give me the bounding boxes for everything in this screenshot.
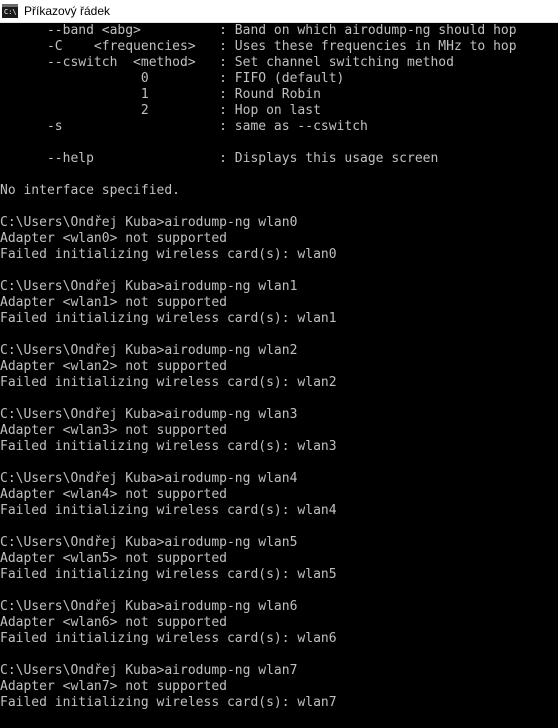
- console-line: Adapter <wlan3> not supported: [0, 423, 227, 438]
- console-line: C:\Users\Ondřej Kuba>airodump-ng wlan0: [0, 215, 298, 230]
- console-line: --band <abg> : Band on which airodump-ng…: [0, 23, 517, 38]
- console-line: C:\Users\Ondřej Kuba>airodump-ng wlan3: [0, 407, 298, 422]
- console-line: Adapter <wlan2> not supported: [0, 359, 227, 374]
- console-line: C:\Users\Ondřej Kuba>airodump-ng wlan6: [0, 599, 298, 614]
- console-line: Failed initializing wireless card(s): wl…: [0, 311, 337, 326]
- console-line: C:\Users\Ondřej Kuba>airodump-ng wlan5: [0, 535, 298, 550]
- console-line: -s : same as --cswitch: [0, 119, 368, 134]
- console-line: Failed initializing wireless card(s): wl…: [0, 695, 337, 710]
- console-line: 2 : Hop on last: [0, 103, 321, 118]
- console-line: -C <frequencies> : Uses these frequencie…: [0, 39, 517, 54]
- console-line: Adapter <wlan7> not supported: [0, 679, 227, 694]
- console-line: Failed initializing wireless card(s): wl…: [0, 503, 337, 518]
- window-titlebar[interactable]: C:\ Příkazový řádek: [0, 0, 558, 23]
- console-line: Adapter <wlan5> not supported: [0, 551, 227, 566]
- console-line: --cswitch <method> : Set channel switchi…: [0, 55, 454, 70]
- console-line: 1 : Round Robin: [0, 87, 321, 102]
- console-line: --help : Displays this usage screen: [0, 151, 439, 166]
- console-output[interactable]: --band <abg> : Band on which airodump-ng…: [0, 23, 558, 728]
- window-title: Příkazový řádek: [24, 4, 111, 18]
- console-line: C:\Users\Ondřej Kuba>airodump-ng wlan2: [0, 343, 298, 358]
- console-line: Failed initializing wireless card(s): wl…: [0, 439, 337, 454]
- console-line: C:\Users\Ondřej Kuba>airodump-ng wlan4: [0, 471, 298, 486]
- console-icon-glyph: C:\: [4, 8, 17, 16]
- console-line: C:\Users\Ondřej Kuba>airodump-ng wlan7: [0, 663, 298, 678]
- console-line: Failed initializing wireless card(s): wl…: [0, 375, 337, 390]
- console-line: C:\Users\Ondřej Kuba>airodump-ng wlan1: [0, 279, 298, 294]
- console-icon: C:\: [2, 4, 18, 18]
- console-line: Failed initializing wireless card(s): wl…: [0, 631, 337, 646]
- console-line: Adapter <wlan4> not supported: [0, 487, 227, 502]
- console-line: Adapter <wlan6> not supported: [0, 615, 227, 630]
- console-line: 0 : FIFO (default): [0, 71, 345, 86]
- console-line: Failed initializing wireless card(s): wl…: [0, 247, 337, 262]
- console-line: Failed initializing wireless card(s): wl…: [0, 567, 337, 582]
- console-line: No interface specified.: [0, 183, 181, 198]
- console-line: Adapter <wlan1> not supported: [0, 295, 227, 310]
- console-line: Adapter <wlan0> not supported: [0, 231, 227, 246]
